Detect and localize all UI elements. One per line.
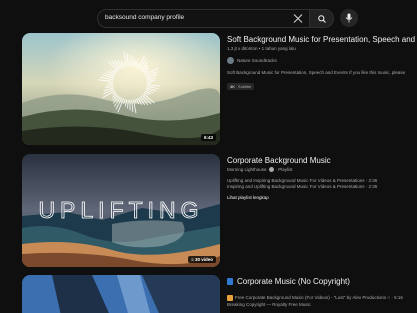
search-result[interactable]: 6:43 Soft Background Music for Presentat… [0, 33, 417, 148]
channel-line[interactable]: Morning Lighthouse · Playlist [227, 167, 417, 173]
microphone-icon [345, 13, 353, 23]
channel-name[interactable]: Nature Soundtracks [237, 58, 277, 63]
video-title[interactable]: Soft Background Music for Presentation, … [227, 35, 417, 44]
voice-search-button[interactable] [340, 9, 358, 27]
video-title[interactable]: Corporate Music (No Copyright) [227, 277, 417, 286]
playlist-track[interactable]: Uplifting and Inspiring Background Music… [227, 178, 417, 183]
video-count: 30 video [194, 257, 213, 262]
search-result[interactable]: UPLIFTING ≡ 30 video Corporate Backgroun… [0, 154, 417, 270]
clear-search-icon[interactable] [291, 11, 305, 26]
search-query-text: backsound company profile [105, 14, 185, 21]
video-thumbnail[interactable] [22, 275, 220, 313]
feature-chip: 4K Subtitle [227, 83, 255, 90]
track-duration: 2:35 [368, 184, 378, 190]
search-icon [317, 14, 326, 23]
track-duration: 5:16 [394, 295, 403, 301]
subtitle-label: Subtitle [237, 84, 252, 89]
search-result[interactable]: Corporate Music (No Copyright) Free Corp… [0, 275, 417, 313]
duration-badge: 6:43 [200, 134, 216, 141]
playlist-track[interactable]: Breaking Copyright — Royalty Free Music [227, 302, 417, 307]
verified-icon [268, 167, 274, 173]
note-emoji-icon [227, 295, 233, 301]
channel-name[interactable]: Morning Lighthouse [227, 167, 267, 172]
hd-badge: 4K [230, 84, 235, 89]
buildings-thumbnail-image [22, 275, 220, 313]
search-input[interactable]: backsound company profile [97, 9, 310, 28]
video-meta: 1,3 jt x ditonton • 1 tahun yang lalu [227, 46, 296, 51]
video-description: Soft Background Music for Presentation, … [227, 70, 406, 75]
track-title: Breaking Copyright — Royalty Free Music [227, 302, 311, 307]
result-info: Corporate Background Music Morning Light… [227, 156, 417, 200]
track-title: Uplifting and Inspiring Background Music… [227, 178, 365, 184]
playlist-title[interactable]: Corporate Background Music [227, 156, 417, 165]
video-count-badge: ≡ 30 video [188, 256, 216, 263]
track-title: Free Corporate Background Music (For Vid… [235, 295, 391, 301]
result-info: Corporate Music (No Copyright) Free Corp… [227, 277, 417, 307]
misty-mountain-thumbnail-image [22, 33, 220, 145]
channel-avatar[interactable] [227, 57, 234, 64]
result-info: Soft Background Music for Presentation, … [227, 35, 417, 93]
top-bar: backsound company profile [0, 0, 417, 36]
uplifting-overlay-text: UPLIFTING [38, 197, 203, 223]
coastline-thumbnail-image: UPLIFTING [22, 154, 220, 267]
playlist-label: Playlist [278, 167, 293, 172]
track-duration: 2:36 [368, 178, 378, 184]
playlist-thumbnail[interactable]: UPLIFTING ≡ 30 video [22, 154, 220, 267]
search-button[interactable] [310, 9, 334, 28]
video-thumbnail[interactable]: 6:43 [22, 33, 220, 145]
view-full-playlist-link[interactable]: Lihat playlist lengkap [227, 195, 417, 200]
playlist-track[interactable]: Inspiring and Uplifting Background Music… [227, 184, 417, 189]
track-title: Inspiring and Uplifting Background Music… [227, 184, 365, 190]
playlist-track[interactable]: Free Corporate Background Music (For Vid… [227, 295, 417, 301]
music-tag-icon [227, 278, 233, 285]
channel-row[interactable]: Nature Soundtracks [227, 57, 417, 64]
